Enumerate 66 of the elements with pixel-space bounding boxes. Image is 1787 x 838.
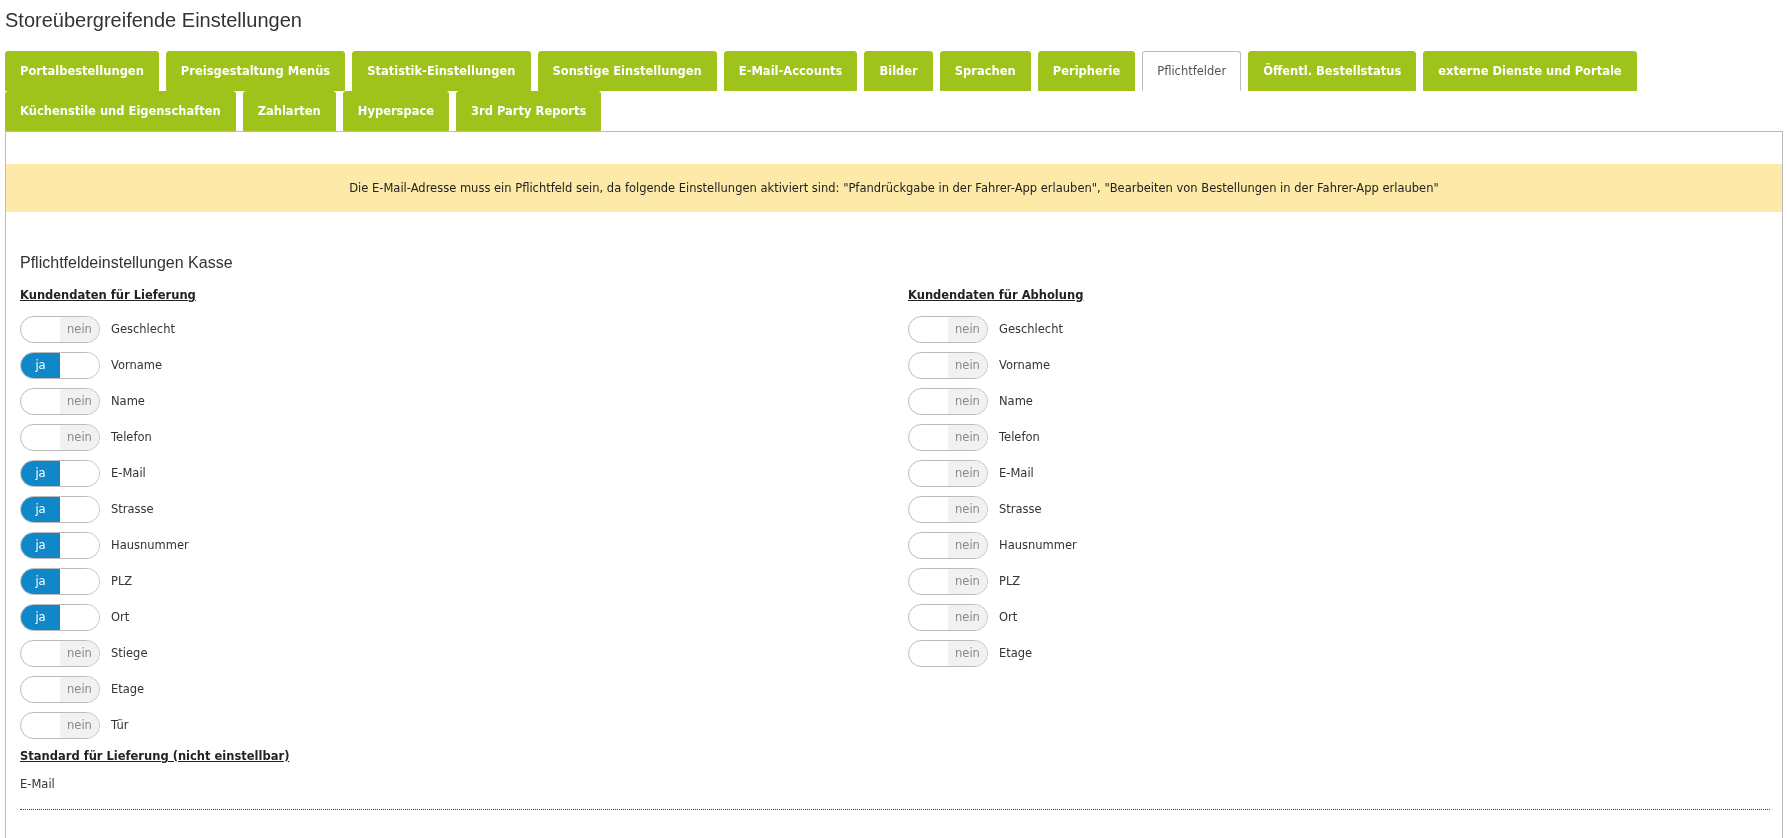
field-label: E-Mail bbox=[111, 466, 146, 480]
settings-tab[interactable]: Preisgestaltung Menüs bbox=[165, 51, 346, 91]
toggle-switch[interactable]: ja bbox=[20, 567, 100, 595]
settings-tab[interactable]: Sonstige Einstellungen bbox=[537, 51, 717, 91]
toggle-switch[interactable]: nein bbox=[20, 711, 100, 739]
settings-tab[interactable]: 3rd Party Reports bbox=[456, 91, 602, 131]
field-label: PLZ bbox=[111, 574, 133, 588]
field-label: Strasse bbox=[999, 502, 1042, 516]
field-label: E-Mail bbox=[999, 466, 1034, 480]
field-label: Stiege bbox=[111, 646, 148, 660]
toggle-switch[interactable]: nein bbox=[908, 567, 988, 595]
toggle-switch[interactable]: nein bbox=[20, 675, 100, 703]
toggle-switch[interactable]: ja bbox=[20, 459, 100, 487]
field-label: Vorname bbox=[111, 358, 163, 372]
default-value: E-Mail bbox=[20, 777, 56, 791]
toggle-switch[interactable]: ja bbox=[20, 603, 100, 631]
toggle-switch[interactable]: nein bbox=[908, 639, 988, 667]
settings-tab[interactable]: Peripherie bbox=[1037, 51, 1136, 91]
settings-tab[interactable]: Küchenstile und Eigenschaften bbox=[5, 91, 236, 131]
field-label: PLZ bbox=[999, 574, 1021, 588]
settings-tab[interactable]: externe Dienste und Portale bbox=[1423, 51, 1637, 91]
toggle-switch[interactable]: nein bbox=[908, 603, 988, 631]
settings-tab[interactable]: Bilder bbox=[864, 51, 933, 91]
field-label: Hausnummer bbox=[111, 538, 189, 552]
field-label: Geschlecht bbox=[999, 322, 1063, 336]
toggle-switch[interactable]: nein bbox=[908, 495, 988, 523]
field-label: Telefon bbox=[999, 430, 1040, 444]
field-label: Ort bbox=[999, 610, 1018, 624]
page-title: Storeübergreifende Einstellungen bbox=[5, 8, 303, 33]
field-label: Geschlecht bbox=[111, 322, 175, 336]
settings-tab[interactable]: Öffentl. Bestellstatus bbox=[1248, 51, 1417, 91]
field-label: Name bbox=[111, 394, 145, 408]
field-label: Name bbox=[999, 394, 1033, 408]
settings-tab[interactable]: Pflichtfelder bbox=[1142, 51, 1242, 91]
section-title: Pflichtfeldeinstellungen Kasse bbox=[20, 254, 234, 272]
settings-tab[interactable]: Sprachen bbox=[939, 51, 1031, 91]
field-label: Hausnummer bbox=[999, 538, 1077, 552]
field-label: Etage bbox=[111, 682, 145, 696]
default-heading: Standard für Lieferung (nicht einstellbar) bbox=[20, 749, 291, 763]
toggle-switch[interactable]: nein bbox=[20, 387, 100, 415]
settings-tab[interactable]: Hyperspace bbox=[342, 91, 450, 131]
toggle-switch[interactable]: nein bbox=[908, 315, 988, 343]
toggle-switch[interactable]: nein bbox=[20, 315, 100, 343]
toggle-switch[interactable]: ja bbox=[20, 531, 100, 559]
toggle-switch[interactable]: nein bbox=[908, 459, 988, 487]
field-label: Strasse bbox=[111, 502, 154, 516]
field-label: Ort bbox=[111, 610, 130, 624]
toggle-switch[interactable]: ja bbox=[20, 495, 100, 523]
field-label: Telefon bbox=[111, 430, 152, 444]
toggle-switch[interactable]: nein bbox=[20, 639, 100, 667]
settings-tab[interactable]: E-Mail-Accounts bbox=[723, 51, 858, 91]
column-heading: Kundendaten für Abholung bbox=[908, 288, 1085, 302]
field-label: Etage bbox=[999, 646, 1033, 660]
settings-tab[interactable]: Portalbestellungen bbox=[5, 51, 159, 91]
toggle-switch[interactable]: nein bbox=[908, 423, 988, 451]
toggle-switch[interactable]: nein bbox=[908, 531, 988, 559]
warning-notice: Die E-Mail-Adresse muss ein Pflichtfeld sein, da folgende Einstellungen aktiviert sind: "Pfandrückgabe in der Fahrer-App erlauben", "Bearbeiten von Bestellungen in der Fahrer-App erlauben" bbox=[6, 164, 1782, 212]
settings-tab[interactable]: Statistik-Einstellungen bbox=[352, 51, 531, 91]
field-label: Vorname bbox=[999, 358, 1051, 372]
column-heading: Kundendaten für Lieferung bbox=[20, 288, 197, 302]
toggle-switch[interactable]: nein bbox=[908, 351, 988, 379]
field-label: Tür bbox=[111, 718, 129, 732]
toggle-switch[interactable]: nein bbox=[908, 387, 988, 415]
settings-tab[interactable]: Zahlarten bbox=[242, 91, 336, 131]
toggle-switch[interactable]: ja bbox=[20, 351, 100, 379]
toggle-switch[interactable]: nein bbox=[20, 423, 100, 451]
